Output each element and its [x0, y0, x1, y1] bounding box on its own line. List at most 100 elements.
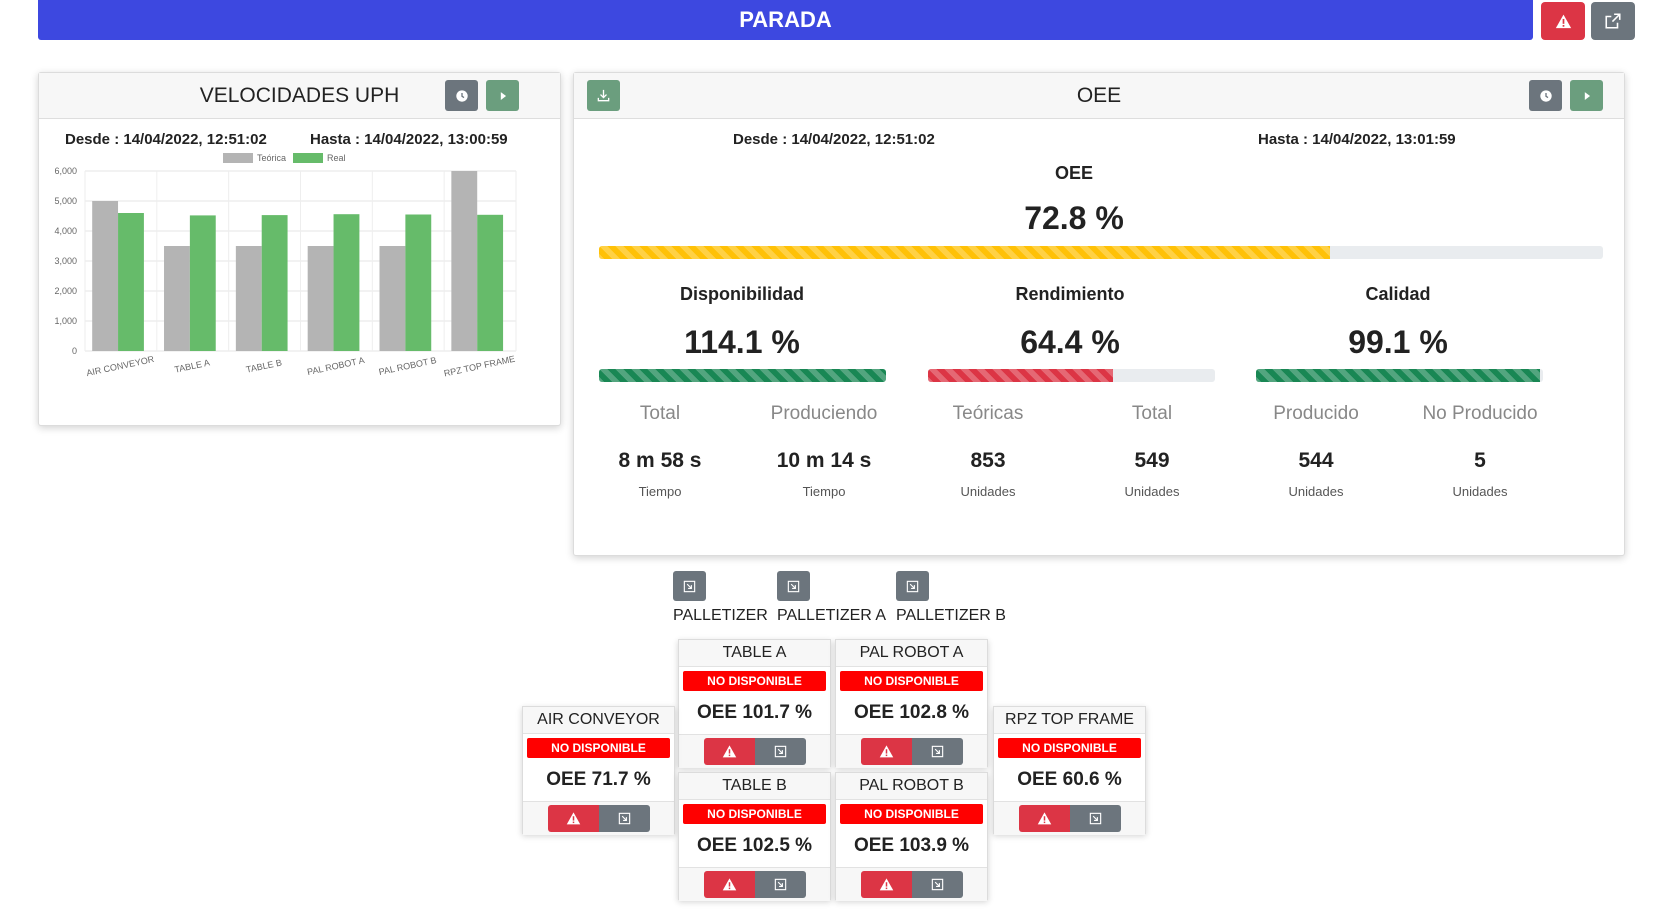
- oee-value: 72.8 %: [1024, 200, 1124, 236]
- exit-icon: [930, 744, 945, 759]
- machine-tile-air-conveyor: AIR CONVEYOR NO DISPONIBLE OEE 71.7 %: [522, 706, 675, 835]
- exit-icon: [682, 579, 697, 594]
- machine-name: TABLE B: [679, 773, 830, 800]
- x-tick-label: PAL ROBOT B: [378, 355, 438, 377]
- bar-real: [261, 215, 288, 351]
- status-badge: NO DISPONIBLE: [998, 738, 1141, 758]
- machine-oee: OEE 60.6 %: [994, 758, 1145, 802]
- exit-icon: [773, 877, 788, 892]
- metric-progress-fill: [1256, 369, 1541, 382]
- bar-real: [189, 215, 216, 351]
- warning-icon: [879, 877, 894, 892]
- sub-head: Producido: [1273, 403, 1359, 424]
- machine-actions: [994, 802, 1145, 835]
- y-tick-label: 1,000: [54, 316, 77, 326]
- open-external-button[interactable]: [1591, 2, 1635, 40]
- sub-value: 549: [1134, 449, 1170, 472]
- group-open-button[interactable]: [777, 571, 810, 601]
- status-badge: NO DISPONIBLE: [683, 671, 826, 691]
- machine-alert-button[interactable]: [860, 871, 912, 898]
- machine-open-button[interactable]: [911, 871, 963, 898]
- sub-value: 544: [1298, 449, 1334, 472]
- uph-title: VELOCIDADES UPH: [199, 83, 400, 107]
- status-badge: NO DISPONIBLE: [683, 804, 826, 824]
- group-label[interactable]: PALLETIZER: [673, 607, 768, 625]
- group-label[interactable]: PALLETIZER A: [777, 607, 886, 625]
- oee-progress-bar: [599, 246, 1603, 259]
- machine-open-button[interactable]: [598, 805, 650, 832]
- status-badge: NO DISPONIBLE: [840, 671, 983, 691]
- machine-actions: [679, 868, 830, 901]
- machine-open-button[interactable]: [754, 871, 806, 898]
- clock-icon: [455, 89, 469, 103]
- bar-teorica: [235, 246, 262, 351]
- oee-card-header: OEE: [574, 73, 1624, 119]
- group-palletizer-a[interactable]: PALLETIZER A: [777, 571, 886, 625]
- download-icon: [596, 88, 611, 103]
- machine-open-button[interactable]: [911, 738, 963, 765]
- legend-label: Teórica: [257, 153, 286, 163]
- uph-play-button[interactable]: [486, 80, 519, 111]
- machine-actions: [836, 868, 987, 901]
- sub-value: 853: [970, 449, 1006, 472]
- sub-head: Produciendo: [770, 403, 878, 424]
- oee-play-button[interactable]: [1570, 80, 1603, 111]
- x-tick-label: TABLE B: [245, 357, 283, 374]
- metric-value: 64.4 %: [1020, 324, 1120, 360]
- machine-open-button[interactable]: [754, 738, 806, 765]
- sub-head: Teóricas: [952, 403, 1024, 424]
- machine-alert-button[interactable]: [547, 805, 599, 832]
- x-tick-label: PAL ROBOT A: [306, 355, 365, 377]
- oee-hasta: Hasta : 14/04/2022, 13:01:59: [1258, 131, 1456, 148]
- metric-label: Disponibilidad: [680, 284, 804, 304]
- bar-real: [405, 214, 432, 351]
- y-tick-label: 2,000: [54, 286, 77, 296]
- machine-oee: OEE 101.7 %: [679, 691, 830, 735]
- status-label: PARADA: [739, 7, 832, 32]
- machine-alert-button[interactable]: [703, 871, 755, 898]
- oee-download-button[interactable]: [587, 80, 620, 111]
- uph-hasta: Hasta : 14/04/2022, 13:00:59: [310, 131, 508, 148]
- machine-oee: OEE 102.8 %: [836, 691, 987, 735]
- y-tick-label: 5,000: [54, 196, 77, 206]
- play-icon: [1580, 89, 1594, 103]
- machine-actions: [836, 735, 987, 768]
- oee-history-button[interactable]: [1529, 80, 1562, 111]
- machine-oee: OEE 102.5 %: [679, 824, 830, 868]
- group-open-button[interactable]: [673, 571, 706, 601]
- machine-name: TABLE A: [679, 640, 830, 667]
- group-palletizer[interactable]: PALLETIZER: [673, 571, 768, 625]
- sub-unit: Unidades: [1124, 484, 1180, 499]
- sub-head: Total: [639, 403, 681, 424]
- machine-name: RPZ TOP FRAME: [994, 707, 1145, 734]
- metric-progress-bar: [1256, 369, 1543, 382]
- machine-tile-rpz-top-frame: RPZ TOP FRAME NO DISPONIBLE OEE 60.6 %: [993, 706, 1146, 835]
- machine-open-button[interactable]: [1069, 805, 1121, 832]
- external-link-icon: [1604, 12, 1622, 30]
- bar-teorica: [92, 201, 119, 351]
- group-palletizer-b[interactable]: PALLETIZER B: [896, 571, 1006, 625]
- exit-icon: [773, 744, 788, 759]
- group-open-button[interactable]: [896, 571, 929, 601]
- machine-name: PAL ROBOT B: [836, 773, 987, 800]
- alert-button[interactable]: [1541, 2, 1585, 40]
- sub-unit: Unidades: [960, 484, 1016, 499]
- group-label[interactable]: PALLETIZER B: [896, 607, 1006, 625]
- uph-history-button[interactable]: [445, 80, 478, 111]
- sub-unit: Tiempo: [638, 484, 682, 499]
- legend-swatch: [293, 153, 323, 163]
- status-banner: PARADA: [38, 0, 1533, 40]
- machine-alert-button[interactable]: [860, 738, 912, 765]
- metric-progress-bar: [599, 369, 886, 382]
- machine-alert-button[interactable]: [1018, 805, 1070, 832]
- metric-label: Calidad: [1365, 284, 1431, 304]
- metric-label: Rendimiento: [1015, 284, 1125, 304]
- machine-alert-button[interactable]: [703, 738, 755, 765]
- uph-bar-chart: Teórica Real 0 1,000 2,000 3,000 4,000 5,000 6,0…: [54, 153, 517, 379]
- machine-oee: OEE 103.9 %: [836, 824, 987, 868]
- metric-progress-fill: [599, 369, 886, 382]
- x-tick-label: RPZ TOP FRAME: [443, 354, 516, 379]
- machine-tile-table-a: TABLE A NO DISPONIBLE OEE 101.7 %: [678, 639, 831, 768]
- sub-head: No Producido: [1422, 403, 1538, 424]
- uph-card-header: VELOCIDADES UPH: [39, 73, 560, 119]
